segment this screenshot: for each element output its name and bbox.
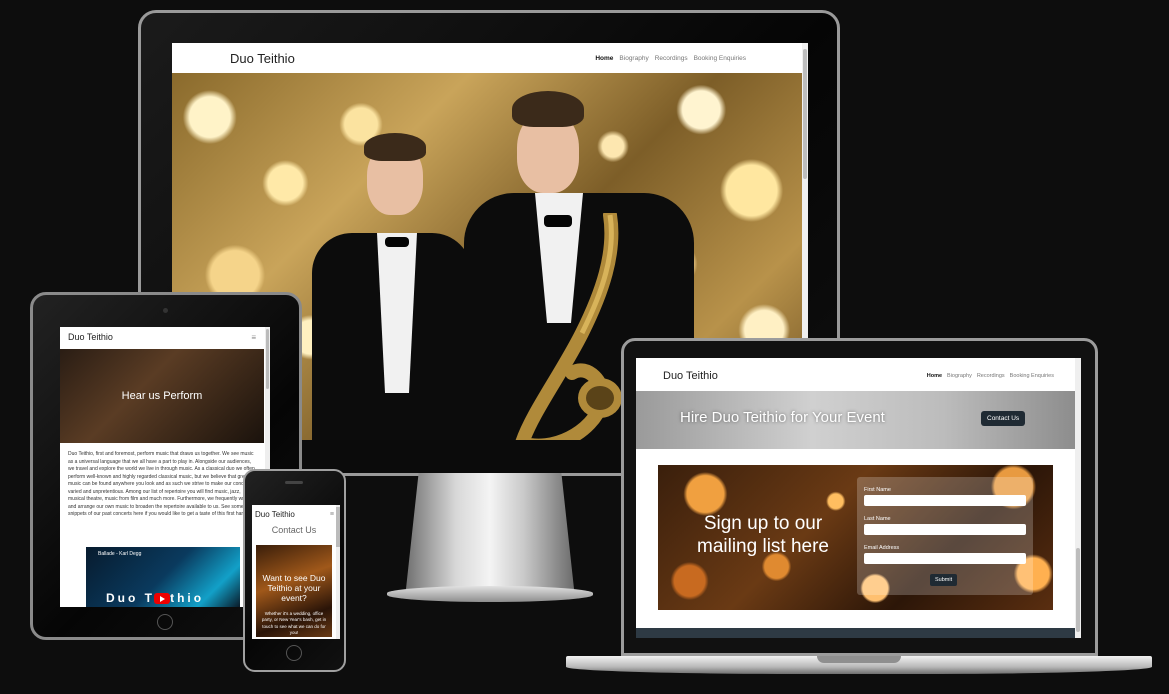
hamburger-menu-icon[interactable]: ≡ xyxy=(251,333,256,342)
laptop-scrollbar-thumb[interactable] xyxy=(1076,548,1080,632)
event-card-title: Want to see Duo Teithio at your event? xyxy=(262,573,326,604)
desktop-brand-logo[interactable]: Duo Teithio xyxy=(230,51,295,66)
tablet-navbar: Duo Teithio ≡ xyxy=(60,327,270,347)
saxophone-image xyxy=(515,213,622,440)
mailing-list-section: Sign up to our mailing list here First N… xyxy=(658,465,1053,610)
youtube-play-icon[interactable] xyxy=(154,593,170,604)
intro-paragraph: Duo Teithio, first and foremost, perform… xyxy=(68,451,255,517)
phone-home-button xyxy=(286,645,302,661)
nav-home-link[interactable]: Home xyxy=(595,55,613,62)
last-name-label: Last Name xyxy=(864,516,891,522)
phone-navbar: Duo Teithio ≡ xyxy=(252,505,340,523)
musician-left-hair xyxy=(364,133,426,161)
perform-hero-banner: Hear us Perform xyxy=(60,349,264,443)
contact-heading: Contact Us xyxy=(271,525,317,535)
last-name-input[interactable] xyxy=(864,524,1026,535)
laptop-brand-logo[interactable]: Duo Teithio xyxy=(663,370,718,382)
nav-home-link[interactable]: Home xyxy=(927,373,942,379)
desktop-scrollbar-thumb[interactable] xyxy=(803,49,807,179)
nav-recordings-link[interactable]: Recordings xyxy=(655,55,688,62)
first-name-label: First Name xyxy=(864,487,891,493)
laptop-notch xyxy=(817,656,901,663)
tablet-scrollbar-thumb[interactable] xyxy=(266,329,269,389)
tablet-screen: Duo Teithio ≡ Hear us Perform Duo Teithi… xyxy=(60,327,270,607)
contact-us-button[interactable]: Contact Us xyxy=(981,411,1026,426)
laptop-nav-links: Home Biography Recordings Booking Enquir… xyxy=(922,373,1054,379)
hire-banner: Hire Duo Teithio for Your Event Contact … xyxy=(636,391,1075,449)
desktop-nav-links: Home Biography Recordings Booking Enquir… xyxy=(589,55,746,62)
email-input[interactable] xyxy=(864,553,1026,564)
hire-banner-title: Hire Duo Teithio for Your Event xyxy=(680,409,885,426)
mailing-list-form: First Name Last Name Email Address Submi… xyxy=(857,477,1033,595)
musician-left-bowtie xyxy=(385,237,409,247)
email-label: Email Address xyxy=(864,545,900,551)
video-embed[interactable]: Ballade - Karl Degg Duo Teithio xyxy=(86,547,240,607)
video-title: Ballade - Karl Degg xyxy=(98,551,142,557)
nav-booking-link[interactable]: Booking Enquiries xyxy=(694,55,746,62)
laptop-screen: Duo Teithio Home Biography Recordings Bo… xyxy=(636,358,1081,638)
first-name-input[interactable] xyxy=(864,495,1026,506)
tablet-brand-logo[interactable]: Duo Teithio xyxy=(68,332,113,342)
desktop-navbar: Duo Teithio Home Biography Recordings Bo… xyxy=(172,43,808,73)
monitor-stand xyxy=(405,473,575,598)
nav-biography-link[interactable]: Biography xyxy=(947,373,972,379)
phone-speaker xyxy=(285,481,303,484)
musician-right-hair xyxy=(512,91,584,127)
phone-screen: Duo Teithio ≡ Contact Us Want to see Duo… xyxy=(252,505,340,639)
nav-booking-link[interactable]: Booking Enquiries xyxy=(1010,373,1054,379)
phone-scrollbar-thumb[interactable] xyxy=(336,507,340,547)
nav-biography-link[interactable]: Biography xyxy=(619,55,648,62)
event-card: Want to see Duo Teithio at your event? W… xyxy=(256,545,332,637)
laptop-footer xyxy=(636,628,1075,638)
phone-brand-logo[interactable]: Duo Teithio xyxy=(255,510,295,519)
perform-hero-title: Hear us Perform xyxy=(121,390,203,402)
submit-button[interactable]: Submit xyxy=(930,574,958,586)
nav-recordings-link[interactable]: Recordings xyxy=(977,373,1005,379)
event-card-text: Whether it's a wedding, office party, or… xyxy=(261,611,327,635)
mailing-list-heading: Sign up to our mailing list here xyxy=(697,513,829,557)
hamburger-menu-icon[interactable]: ≡ xyxy=(330,511,334,518)
monitor-stand-foot xyxy=(387,586,593,602)
laptop-navbar: Duo Teithio Home Biography Recordings Bo… xyxy=(636,362,1081,389)
tablet-home-button xyxy=(157,614,173,630)
tablet-camera xyxy=(163,308,168,313)
